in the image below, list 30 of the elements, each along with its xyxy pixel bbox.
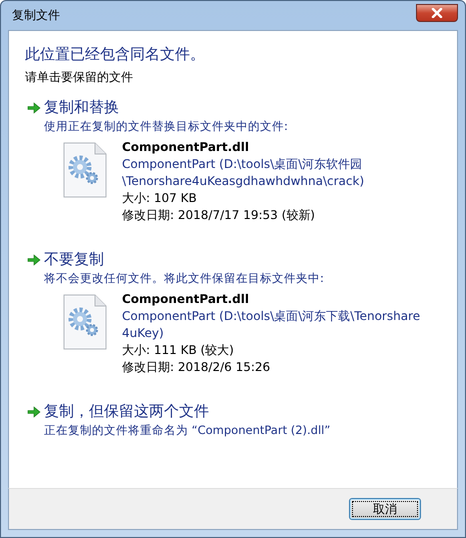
file-modified-date: 修改日期: 2018/2/6 15:26 (122, 359, 272, 376)
dialog-heading: 此位置已经包含同名文件。 (25, 45, 206, 64)
choice-option[interactable]: 不要复制 将不会更改任何文件。将此文件保留在目标文件夹中: ComponentPart.dll ComponentPart (D:\tools\桌面\河东下载\Tenorshare 4uKey) 大小: 111 KB (较大) 修改日期: 2018/2/6 15:26 (23, 250, 443, 376)
file-location: ComponentPart (D:\tools\桌面\河东软件园 (122, 156, 364, 173)
cancel-button[interactable]: 取消 (349, 498, 421, 520)
window-title: 复制文件 (12, 7, 60, 24)
arrow-icon (27, 406, 41, 418)
file-location: ComponentPart (D:\tools\桌面\河东下载\Tenorshare (122, 308, 420, 325)
file-location: \Tenorshare4uKeasgdhawhdwhna\crack) (122, 173, 364, 190)
file-size: 大小: 111 KB (较大) (122, 342, 235, 359)
file-location: 4uKey) (122, 325, 165, 342)
instruction-text: 请单击要保留的文件 (25, 69, 134, 86)
option-title: 不要复制 (44, 250, 104, 269)
option-title: 复制和替换 (44, 98, 119, 117)
file-gear-icon (63, 294, 107, 350)
option-title: 复制，但保留这两个文件 (44, 402, 209, 421)
option-description: 将不会更改任何文件。将此文件保留在目标文件夹中: (44, 271, 325, 286)
arrow-icon (27, 254, 41, 266)
file-name: ComponentPart.dll (122, 139, 250, 156)
arrow-icon (27, 102, 41, 114)
option-description: 使用正在复制的文件替换目标文件夹中的文件: (44, 119, 289, 134)
file-modified-date: 修改日期: 2018/7/17 19:53 (较新) (122, 207, 316, 224)
file-gear-icon (63, 142, 107, 198)
option-description: 正在复制的文件将重命名为 “ComponentPart (2).dll” (44, 423, 332, 438)
choice-option[interactable]: 复制，但保留这两个文件 正在复制的文件将重命名为 “ComponentPart (2).dll” (23, 402, 443, 438)
close-icon (431, 8, 443, 18)
file-name: ComponentPart.dll (122, 291, 250, 308)
choice-option[interactable]: 复制和替换 使用正在复制的文件替换目标文件夹中的文件: ComponentPart.dll ComponentPart (D:\tools\桌面\河东软件园 \Tenorshare4uKeasgdhawhdwhna\crack) 大小: 107 KB 修改日期: 2018/7/17 19:53 (较新) (23, 98, 443, 224)
file-size: 大小: 107 KB (122, 190, 198, 207)
close-button[interactable] (416, 4, 458, 22)
